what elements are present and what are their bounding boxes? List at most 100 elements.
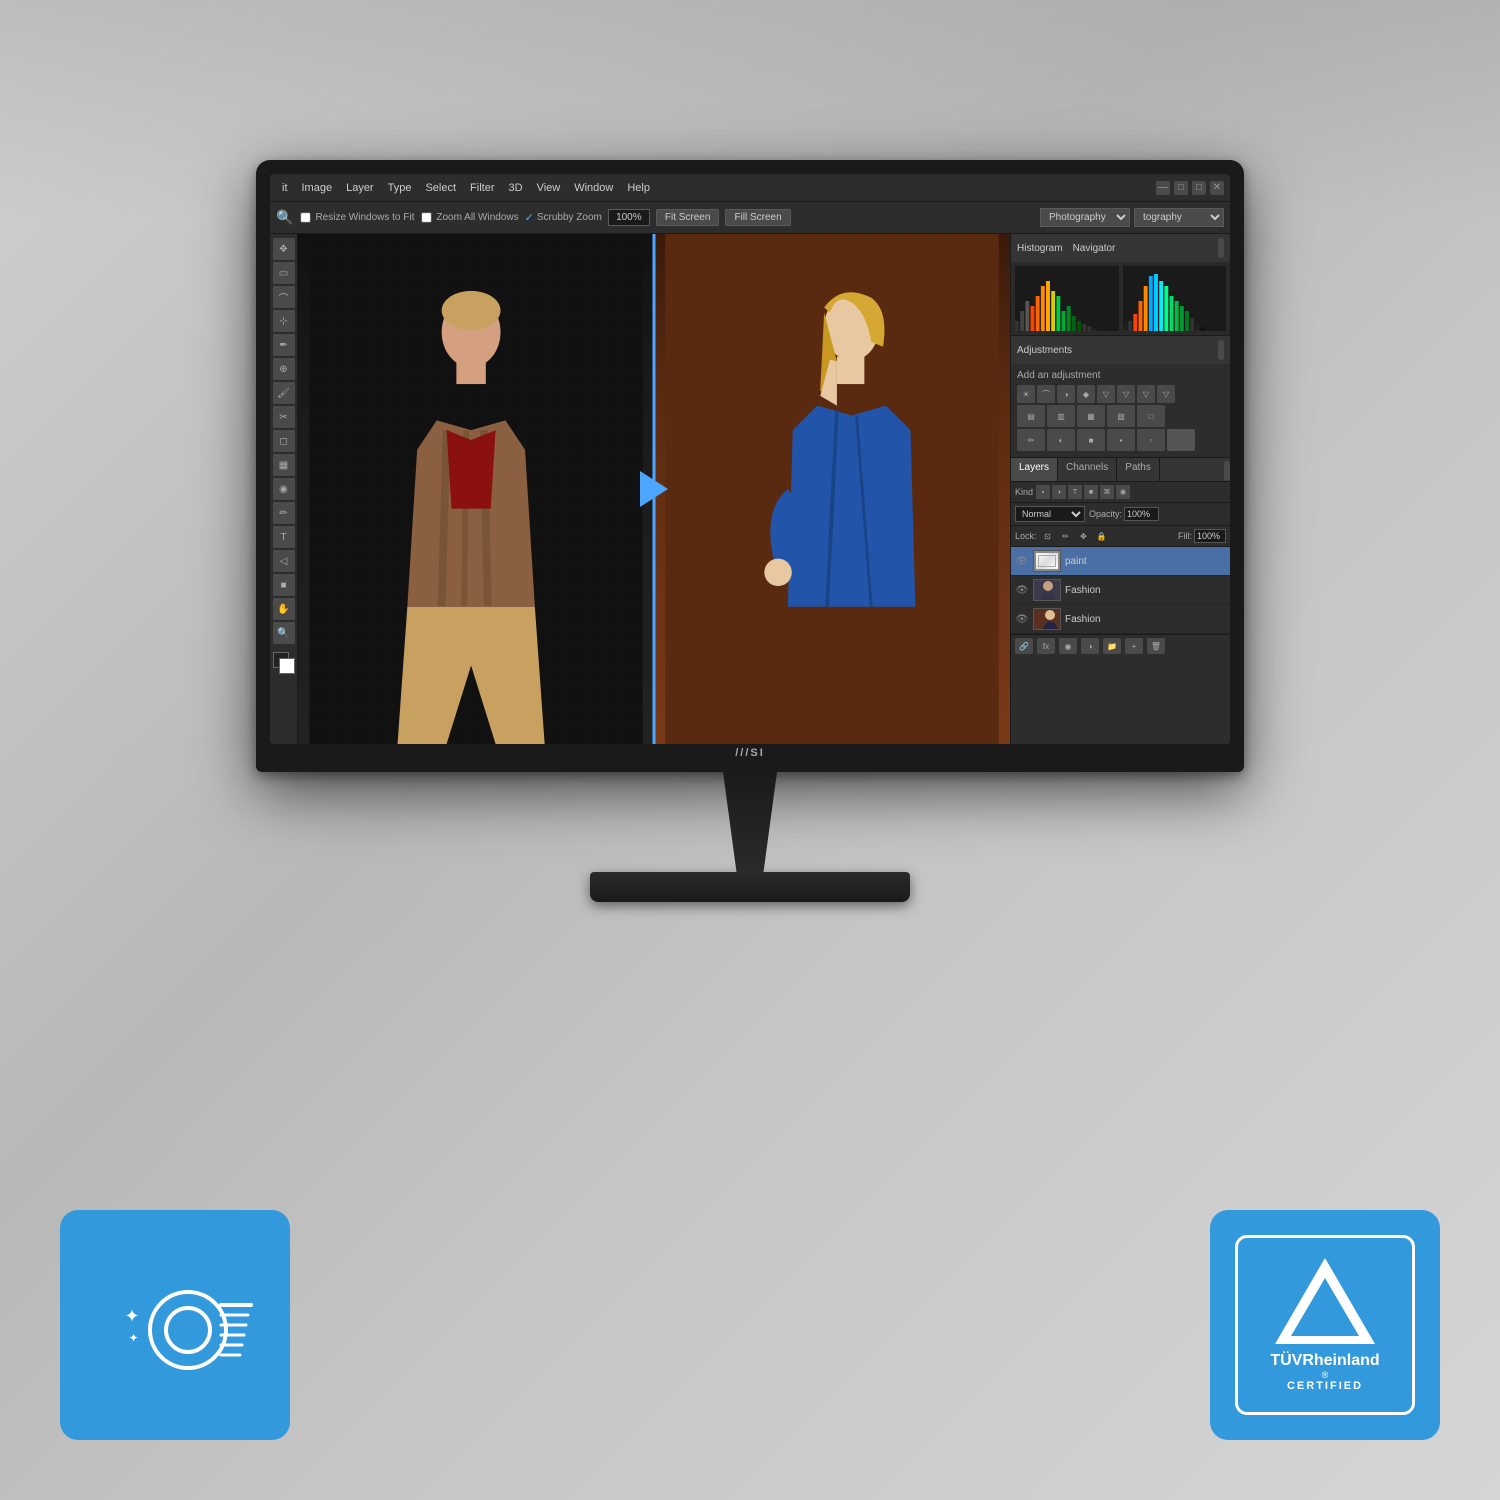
visibility-fashion2[interactable]: 👁 bbox=[1015, 612, 1029, 626]
tool-brush[interactable]: 🖌 bbox=[273, 382, 295, 404]
layer-row-paint[interactable]: 👁 paint bbox=[1011, 547, 1230, 576]
layer-row-fashion2[interactable]: 👁 Fashion bbox=[1011, 605, 1230, 634]
kind-toggle[interactable]: ◉ bbox=[1116, 485, 1130, 499]
opacity-input[interactable] bbox=[1124, 507, 1159, 521]
tuv-triangle-inner bbox=[1291, 1278, 1359, 1336]
menu-item-help[interactable]: Help bbox=[621, 180, 656, 196]
lock-pixel[interactable]: ✏ bbox=[1059, 529, 1073, 543]
histogram-header[interactable]: Histogram Navigator bbox=[1011, 234, 1230, 262]
kind-pixel[interactable]: ▪ bbox=[1036, 485, 1050, 499]
monitor-brand: ///SI bbox=[735, 747, 765, 759]
tool-pen[interactable]: ✏ bbox=[273, 502, 295, 524]
tool-select[interactable]: ▭ bbox=[273, 262, 295, 284]
kind-smart[interactable]: ⌘ bbox=[1100, 485, 1114, 499]
adjustments-scrollbar[interactable] bbox=[1218, 340, 1224, 360]
close-button[interactable]: ✕ bbox=[1210, 181, 1224, 195]
histogram-area bbox=[1011, 262, 1230, 335]
menu-item-type[interactable]: Type bbox=[382, 180, 418, 196]
delete-layer-btn[interactable]: 🗑 bbox=[1147, 638, 1165, 654]
kind-type[interactable]: T bbox=[1068, 485, 1082, 499]
minimize-button[interactable]: — bbox=[1156, 181, 1170, 195]
tool-eraser[interactable]: ◻ bbox=[273, 430, 295, 452]
fill-screen-button[interactable]: Fill Screen bbox=[725, 209, 790, 226]
adj-exposure[interactable]: ◑ bbox=[1057, 385, 1075, 403]
visibility-paint[interactable]: 👁 bbox=[1015, 554, 1029, 568]
tool-hand[interactable]: ✋ bbox=[273, 598, 295, 620]
workspace-select-2[interactable]: tography bbox=[1134, 208, 1224, 227]
fit-screen-button[interactable]: Fit Screen bbox=[656, 209, 720, 226]
tab-channels[interactable]: Channels bbox=[1058, 458, 1117, 481]
tool-text[interactable]: T bbox=[273, 526, 295, 548]
tool-blur[interactable]: ◉ bbox=[273, 478, 295, 500]
lock-all[interactable]: 🔒 bbox=[1095, 529, 1109, 543]
mask-btn[interactable]: ◉ bbox=[1059, 638, 1077, 654]
menu-item-filter[interactable]: Filter bbox=[464, 180, 500, 196]
tab-paths[interactable]: Paths bbox=[1117, 458, 1160, 481]
menu-item-window[interactable]: Window bbox=[568, 180, 619, 196]
restore-button2[interactable]: □ bbox=[1192, 181, 1206, 195]
menu-item-layer[interactable]: Layer bbox=[340, 180, 380, 196]
adj-gradient-map[interactable]: ▦ bbox=[1077, 405, 1105, 427]
tool-lasso[interactable]: ⌒ bbox=[273, 286, 295, 308]
restore-button[interactable]: □ bbox=[1174, 181, 1188, 195]
zoom-icon: 🔍 bbox=[276, 209, 293, 226]
adj-levels[interactable]: ▤ bbox=[1017, 405, 1045, 427]
histogram-scrollbar[interactable] bbox=[1218, 238, 1224, 258]
tool-path[interactable]: ◁ bbox=[273, 550, 295, 572]
lock-move[interactable]: ✥ bbox=[1077, 529, 1091, 543]
layers-bottom: 🔗 fx ◉ ◑ 📁 + 🗑 bbox=[1011, 634, 1230, 657]
menu-item-image[interactable]: Image bbox=[296, 180, 339, 196]
foreground-color[interactable] bbox=[273, 652, 295, 674]
adj-brightness[interactable]: ☀ bbox=[1017, 385, 1035, 403]
link-layers-btn[interactable]: 🔗 bbox=[1015, 638, 1033, 654]
adj-curves[interactable]: ⌒ bbox=[1037, 385, 1055, 403]
canvas[interactable] bbox=[298, 234, 1010, 744]
kind-label: Kind bbox=[1015, 487, 1033, 497]
adj-vibrance[interactable]: ◆ bbox=[1077, 385, 1095, 403]
tool-clone[interactable]: ✂ bbox=[273, 406, 295, 428]
fill-input[interactable] bbox=[1194, 529, 1226, 543]
layers-tabs-scrollbar[interactable] bbox=[1224, 461, 1230, 481]
adj-colorbalance[interactable]: ▽ bbox=[1117, 385, 1135, 403]
adj-posterize[interactable]: ✏ bbox=[1017, 429, 1045, 451]
menu-item-edit[interactable]: it bbox=[276, 180, 294, 196]
adj-btn[interactable]: ◑ bbox=[1081, 638, 1099, 654]
kind-shape[interactable]: ■ bbox=[1084, 485, 1098, 499]
tool-healing[interactable]: ⊕ bbox=[273, 358, 295, 380]
resize-windows-checkbox[interactable] bbox=[301, 212, 311, 222]
layer-row-fashion1[interactable]: 👁 Fashion bbox=[1011, 576, 1230, 605]
tool-crop[interactable]: ⊹ bbox=[273, 310, 295, 332]
menu-item-select[interactable]: Select bbox=[419, 180, 462, 196]
tab-layers[interactable]: Layers bbox=[1011, 458, 1058, 481]
visibility-fashion1[interactable]: 👁 bbox=[1015, 583, 1029, 597]
adj-threshold[interactable]: ▥ bbox=[1047, 405, 1075, 427]
new-layer-btn[interactable]: + bbox=[1125, 638, 1143, 654]
adjustments-header[interactable]: Adjustments bbox=[1011, 336, 1230, 364]
adj-hue[interactable]: ▽ bbox=[1097, 385, 1115, 403]
fx-btn[interactable]: fx bbox=[1037, 638, 1055, 654]
lock-position[interactable]: ⊡ bbox=[1041, 529, 1055, 543]
zoom-percent-input[interactable]: 100% bbox=[608, 209, 650, 226]
tool-move[interactable]: ✥ bbox=[273, 238, 295, 260]
zoom-all-windows-checkbox[interactable] bbox=[422, 212, 432, 222]
adj-channel-mixer[interactable]: □ bbox=[1137, 405, 1165, 427]
lock-row: Lock: ⊡ ✏ ✥ 🔒 Fill: bbox=[1011, 526, 1230, 547]
adj-blackwhite[interactable]: ▽ bbox=[1137, 385, 1155, 403]
adj-solid-color[interactable]: ■ bbox=[1077, 429, 1105, 451]
blend-mode-select[interactable]: Normal bbox=[1015, 506, 1085, 522]
workspace-select-1[interactable]: Photography bbox=[1040, 208, 1130, 227]
sparkle-left: ✦ ✦ bbox=[124, 1306, 139, 1345]
tool-eyedropper[interactable]: ✒ bbox=[273, 334, 295, 356]
adj-pattern[interactable]: ▫ bbox=[1137, 429, 1165, 451]
adj-selective-color[interactable]: ▧ bbox=[1107, 405, 1135, 427]
menu-item-3d[interactable]: 3D bbox=[503, 180, 529, 196]
adj-invert[interactable]: ◐ bbox=[1047, 429, 1075, 451]
tool-shape[interactable]: ■ bbox=[273, 574, 295, 596]
group-btn[interactable]: 📁 bbox=[1103, 638, 1121, 654]
kind-adjust[interactable]: ◑ bbox=[1052, 485, 1066, 499]
menu-item-view[interactable]: View bbox=[531, 180, 567, 196]
adj-gradient-fill[interactable]: ▪ bbox=[1107, 429, 1135, 451]
tool-gradient[interactable]: ▦ bbox=[273, 454, 295, 476]
adj-photofilter[interactable]: ▽ bbox=[1157, 385, 1175, 403]
tool-zoom[interactable]: 🔍 bbox=[273, 622, 295, 644]
